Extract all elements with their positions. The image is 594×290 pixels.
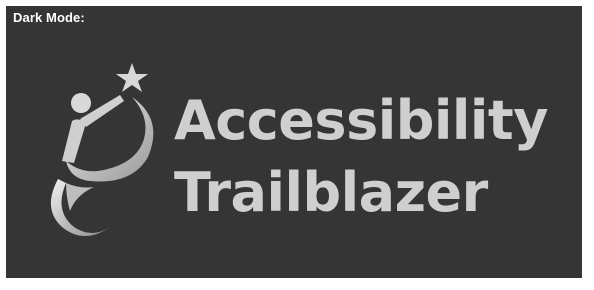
wheelchair-figure-star-icon xyxy=(50,63,154,236)
star-icon xyxy=(116,63,148,92)
dark-mode-preview-panel: Dark Mode: Accessibility Trailblazer xyxy=(6,6,582,278)
mode-label: Dark Mode: xyxy=(13,10,85,25)
logo-text-line2: Trailblazer xyxy=(174,161,488,224)
logo-text-line1: Accessibility xyxy=(174,89,548,152)
logo-wordmark: Accessibility Trailblazer xyxy=(174,94,548,220)
figure-torso xyxy=(62,119,86,163)
wheel-ring-inner xyxy=(66,183,94,211)
figure-head xyxy=(71,93,91,113)
